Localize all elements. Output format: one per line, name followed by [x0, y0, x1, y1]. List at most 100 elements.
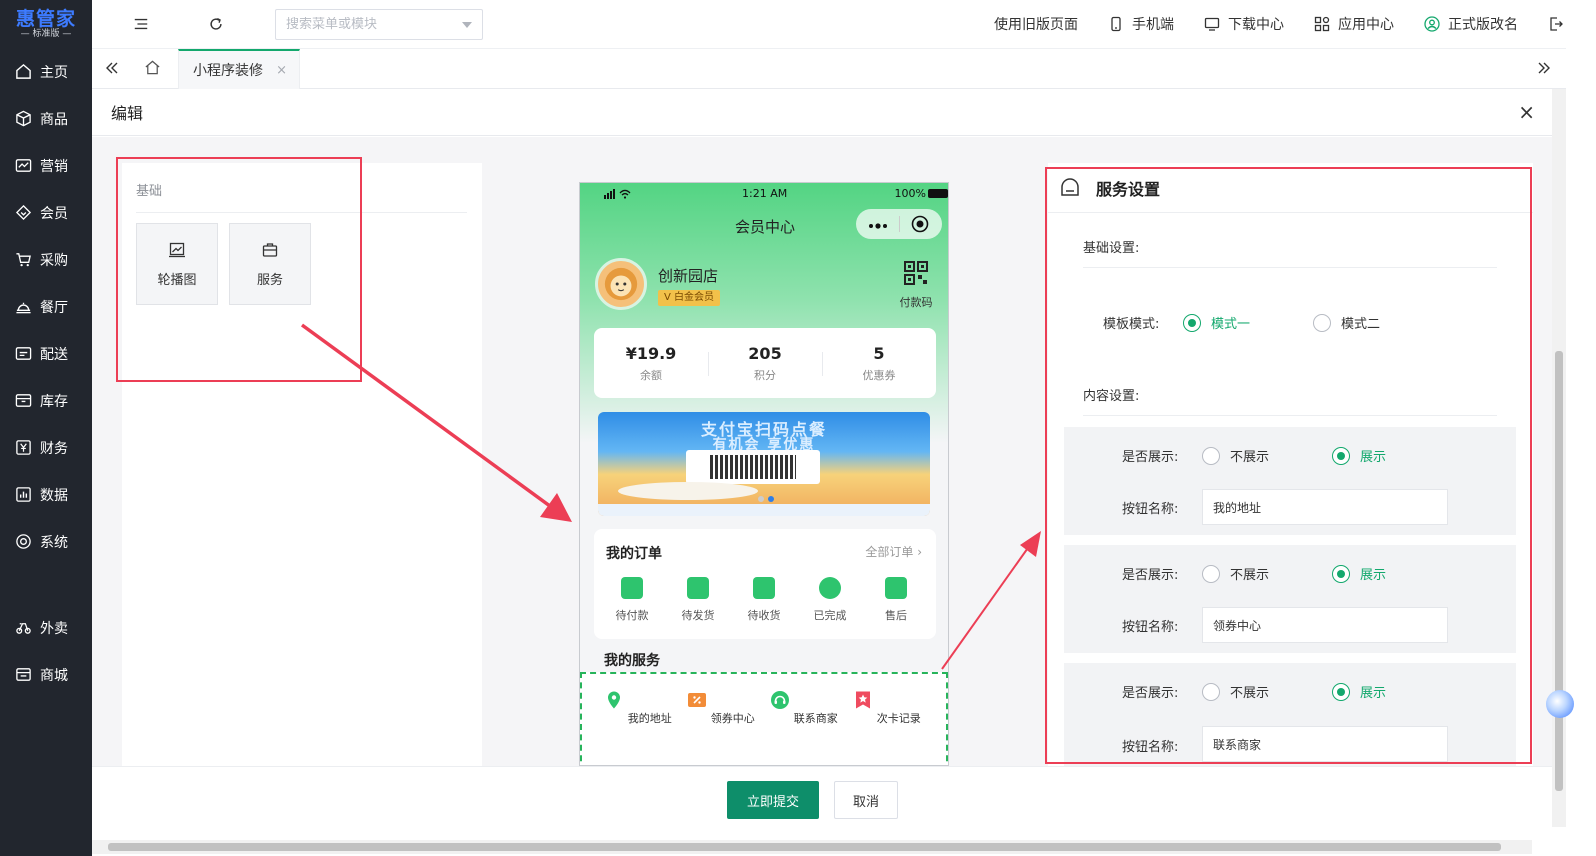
editor-header: 编辑: [92, 89, 1552, 136]
sidebar-item-label: 商品: [40, 111, 68, 128]
yen-bag-icon: [885, 577, 907, 599]
stat-coupons[interactable]: 5 优惠券: [822, 344, 936, 383]
service-contact-merchant[interactable]: 联系商家: [764, 690, 844, 726]
order-after-sale[interactable]: 售后: [866, 577, 926, 623]
sidebar-item-label: 外卖: [40, 620, 68, 637]
sidebar-item-data[interactable]: 数据: [0, 471, 92, 518]
home-tab-icon[interactable]: [144, 59, 161, 80]
order-pending-receipt[interactable]: 待收货: [734, 577, 794, 623]
sidebar-item-finance[interactable]: 财务: [0, 424, 92, 471]
lion-avatar-icon: [604, 267, 638, 301]
close-icon[interactable]: ×: [276, 63, 287, 78]
sidebar-item-takeout[interactable]: 外卖: [0, 604, 92, 651]
tab-bar: 小程序装修 ×: [92, 48, 1596, 89]
store-name: 创新园店: [658, 267, 719, 285]
carousel-dot[interactable]: [758, 496, 764, 502]
service-card-records[interactable]: 次卡记录: [847, 690, 927, 726]
search-input[interactable]: [286, 17, 456, 32]
close-circle-icon[interactable]: [911, 215, 929, 237]
sidebar-item-marketing[interactable]: 营销: [0, 142, 92, 189]
service-my-address[interactable]: 我的地址: [598, 690, 678, 726]
mobile-link[interactable]: 手机端: [1108, 14, 1174, 34]
scrollbar-thumb[interactable]: [108, 843, 1501, 851]
refresh-icon[interactable]: [207, 15, 225, 33]
coupon-icon: [688, 693, 707, 707]
sidebar-item-label: 配送: [40, 346, 68, 363]
sidebar-item-label: 商城: [40, 667, 68, 684]
sidebar-item-label: 主页: [40, 64, 68, 81]
more-icon[interactable]: [868, 219, 888, 234]
logout-icon: [1550, 17, 1563, 31]
sidebar-item-inventory[interactable]: 库存: [0, 377, 92, 424]
logo[interactable]: 惠管家 — 标准版 —: [0, 0, 92, 48]
sidebar-item-system[interactable]: 系统: [0, 518, 92, 565]
scrollbar-thumb[interactable]: [1555, 351, 1563, 791]
order-label: 已完成: [813, 609, 847, 622]
chart-icon: [16, 487, 31, 502]
order-pending-shipment[interactable]: 待发货: [668, 577, 728, 623]
stat-value: 5: [873, 343, 885, 363]
order-label: 待付款: [615, 609, 649, 622]
user-menu[interactable]: 正式版改名: [1424, 14, 1518, 34]
sidebar-item-member[interactable]: 会员: [0, 189, 92, 236]
service-label: 领券中心: [710, 712, 755, 725]
services-title: 我的服务: [604, 653, 660, 669]
window-edge: [1566, 0, 1596, 856]
close-editor-button[interactable]: ×: [1518, 102, 1535, 122]
banner-qr-icon: [710, 455, 796, 479]
menu-search-select[interactable]: [275, 9, 483, 40]
sidebar-item-mall[interactable]: 商城: [0, 651, 92, 698]
paycode-button[interactable]: 付款码: [896, 261, 936, 310]
cancel-button[interactable]: 取消: [834, 781, 898, 819]
services-block-selected[interactable]: 我的地址 领券中心 联系商家 次卡记录: [580, 672, 948, 765]
download-center-label: 下载中心: [1228, 17, 1284, 33]
member-stats: ¥19.9 余额 205 积分 5 优惠券: [594, 328, 936, 398]
target-icon: [16, 534, 31, 549]
store-avatar: [595, 258, 647, 310]
order-pending-payment[interactable]: 待付款: [602, 577, 662, 623]
promo-banner[interactable]: 支付宝扫码点餐 有机会 享优惠: [598, 412, 930, 516]
diamond-icon: [15, 204, 32, 221]
sidebar-item-restaurant[interactable]: 餐厅: [0, 283, 92, 330]
banner-qr-card: [686, 450, 820, 484]
order-label: 待发货: [681, 609, 715, 622]
sidebar-item-delivery[interactable]: 配送: [0, 330, 92, 377]
inbox-icon: [15, 394, 32, 407]
menu-toggle-icon[interactable]: [132, 15, 150, 33]
store-icon: [16, 668, 31, 681]
tab-miniprogram-decoration[interactable]: 小程序装修 ×: [178, 49, 300, 89]
location-pin-icon: [608, 691, 621, 709]
stat-points[interactable]: 205 积分: [708, 344, 822, 383]
double-chevron-right-icon[interactable]: [1536, 60, 1552, 80]
sidebar: 惠管家 — 标准版 — 主页 商品 营销 会员 采购 餐厅 配送 库存 财务 数…: [0, 0, 92, 856]
old-version-link[interactable]: 使用旧版页面: [994, 14, 1078, 34]
service-coupon-center[interactable]: 领券中心: [681, 690, 761, 726]
download-center-link[interactable]: 下载中心: [1204, 14, 1284, 34]
check-icon: [819, 577, 841, 599]
carousel-dot-active[interactable]: [768, 496, 774, 502]
sidebar-item-label: 会员: [40, 205, 68, 222]
header-links: 使用旧版页面 手机端 下载中心 应用中心 正式版改名: [964, 0, 1572, 48]
stat-label: 余额: [640, 368, 662, 382]
stat-balance[interactable]: ¥19.9 余额: [594, 344, 708, 383]
stat-label: 优惠券: [862, 368, 896, 382]
horizontal-scrollbar[interactable]: [92, 840, 1532, 854]
double-chevron-left-icon[interactable]: [104, 60, 120, 80]
floating-assistant-button[interactable]: [1546, 690, 1574, 718]
submit-button[interactable]: 立即提交: [727, 781, 819, 819]
editor-workspace: 基础 轮播图 服务 1:21 AM 100% 会员中心 创新园店 V 白金会员 …: [92, 137, 1552, 766]
order-completed[interactable]: 已完成: [800, 577, 860, 623]
sidebar-item-home[interactable]: 主页: [0, 48, 92, 95]
sidebar-item-label: 财务: [40, 440, 68, 457]
sidebar-item-goods[interactable]: 商品: [0, 95, 92, 142]
top-header: 使用旧版页面 手机端 下载中心 应用中心 正式版改名: [92, 0, 1596, 48]
miniprogram-capsule[interactable]: [856, 209, 942, 239]
editor-dialog: 编辑 × 基础 轮播图 服务 1:21 AM 100% 会员中心 创新园店 V …: [92, 89, 1552, 856]
app-center-link[interactable]: 应用中心: [1314, 14, 1394, 34]
phone-icon: [1111, 16, 1121, 32]
monitor-icon: [1204, 17, 1220, 31]
user-icon: [1424, 16, 1440, 32]
tab-label: 小程序装修: [193, 63, 263, 79]
all-orders-link[interactable]: 全部订单 ›: [865, 543, 922, 560]
sidebar-item-purchase[interactable]: 采购: [0, 236, 92, 283]
